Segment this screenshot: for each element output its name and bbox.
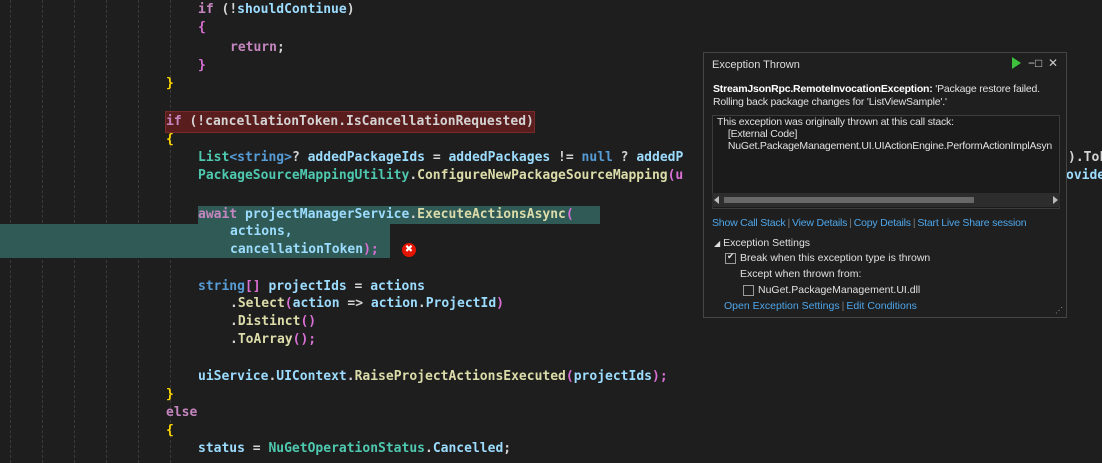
code-line: else [166,405,198,420]
code-line: } [166,387,174,402]
code-line-tail: ).ToL [1068,150,1102,165]
code-line: actions, [230,224,293,239]
code-line-tail: ovide [1066,168,1102,183]
code-line-condition: if (!cancellationToken.IsCancellationReq… [165,111,535,133]
code-line: } [166,76,174,91]
code-line: uiService.UIContext.RaiseProjectActionsE… [198,369,668,384]
call-stack-line: NuGet.PackageManagement.UI.UIActionEngin… [717,140,1053,152]
code-line: { [198,20,206,35]
code-line: List<string>? addedPackageIds = addedPac… [198,150,684,165]
code-line: status = NuGetOperationStatus.Cancelled; [198,441,512,456]
scroll-right-icon[interactable] [1053,196,1058,204]
call-stack-line: [External Code] [717,128,798,140]
call-stack-header: This exception was originally thrown at … [717,116,954,128]
code-line: { [166,423,174,438]
exception-helper-popup: Exception Thrown −□ ✕ StreamJsonRpc.Remo… [703,52,1067,318]
live-share-link[interactable]: Start Live Share session [917,217,1026,229]
open-exception-settings-link[interactable]: Open Exception Settings [724,300,840,312]
module-checkbox[interactable] [743,285,754,296]
view-details-link[interactable]: View Details [792,217,847,229]
edit-conditions-link[interactable]: Edit Conditions [846,300,917,312]
error-icon[interactable]: ✖ [402,243,416,257]
exception-settings-header[interactable]: ◢ Exception Settings [714,237,810,249]
code-line: .Select(action => action.ProjectId) [230,296,504,311]
code-line: { [166,132,174,147]
break-when-thrown-label: Break when this exception type is thrown [740,252,931,264]
exception-message: StreamJsonRpc.RemoteInvocationException:… [713,83,1040,108]
horizontal-scrollbar[interactable] [712,193,1060,207]
resize-grip-icon[interactable]: ⋰ [1055,307,1063,315]
close-icon[interactable]: ✕ [1048,56,1058,70]
code-line: cancellationToken); [230,242,379,257]
code-line: return; [230,40,285,55]
popup-title: Exception Thrown [712,59,800,71]
module-label: NuGet.PackageManagement.UI.dll [758,284,921,296]
code-line: } [198,58,206,73]
break-when-thrown-checkbox[interactable] [725,251,736,264]
code-line: PackageSourceMappingUtility.ConfigureNew… [198,168,684,183]
copy-details-link[interactable]: Copy Details [854,217,911,229]
settings-links: Open Exception Settings | Edit Conditions [724,300,917,312]
collapse-triangle-icon[interactable]: ◢ [714,239,720,248]
code-line: .Distinct() [230,314,317,329]
show-call-stack-link[interactable]: Show Call Stack [712,217,786,229]
pin-icon[interactable]: −□ [1028,56,1042,70]
scroll-left-icon[interactable] [714,196,719,204]
continue-icon[interactable] [1012,57,1021,69]
scrollbar-thumb[interactable] [724,197,974,203]
code-line: if (!shouldContinue) [198,2,355,17]
code-line: .ToArray(); [230,332,317,347]
except-when-label: Except when thrown from: [740,268,862,280]
action-links: Show Call Stack | View Details | Copy Detail… [712,217,1027,229]
